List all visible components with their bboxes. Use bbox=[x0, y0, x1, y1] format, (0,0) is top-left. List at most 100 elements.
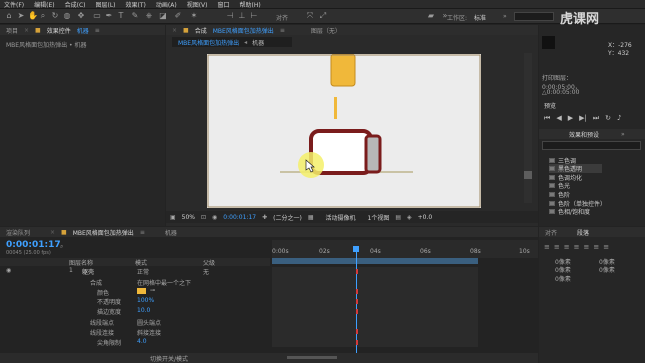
tab-effect-controls[interactable]: 效果控件 bbox=[47, 26, 71, 35]
eyedropper-icon[interactable]: ⊸ bbox=[150, 287, 155, 294]
close-icon[interactable]: × bbox=[172, 27, 177, 34]
layer-parent[interactable]: 无 bbox=[203, 267, 209, 276]
menu-effect[interactable]: 效果(T) bbox=[126, 0, 146, 9]
3d-icon[interactable]: ◈ bbox=[407, 214, 412, 221]
camera-tool-icon[interactable]: ◍ bbox=[63, 12, 71, 20]
layer-row[interactable]: ◉ 1 躯壳 正常 无 bbox=[0, 267, 270, 276]
grid-icon[interactable]: ▦ bbox=[308, 214, 314, 221]
eye-icon[interactable]: ◉ bbox=[6, 267, 11, 274]
menu-help[interactable]: 帮助(H) bbox=[240, 0, 261, 9]
resolution-select[interactable]: (二分之一) bbox=[273, 213, 302, 222]
snap-icon[interactable]: ⤧ bbox=[306, 12, 314, 20]
first-indent-value[interactable]: 0像素 bbox=[555, 274, 571, 283]
keyframe-marker[interactable] bbox=[356, 340, 358, 345]
tab-paragraph[interactable]: 段落 bbox=[577, 228, 589, 237]
clone-tool-icon[interactable]: ⎈ bbox=[145, 12, 153, 20]
menu-edit[interactable]: 编辑(E) bbox=[34, 0, 54, 9]
layer-breadcrumb[interactable]: 机器 bbox=[252, 38, 264, 47]
tab-layer[interactable]: 图层（无） bbox=[311, 26, 341, 35]
selection-tool-icon[interactable]: ➤ bbox=[17, 12, 25, 20]
camera-select[interactable]: 活动摄像机 bbox=[325, 213, 355, 222]
toggle-icon[interactable]: ▰ bbox=[427, 12, 435, 20]
lock-icon[interactable]: ■ bbox=[183, 27, 189, 34]
close-icon[interactable]: × bbox=[50, 229, 55, 236]
view-layout-select[interactable]: 1个视图 bbox=[368, 213, 390, 222]
time-ruler[interactable]: 0:00s 02s 04s 06s 08s 10s bbox=[272, 240, 538, 258]
layout-icon[interactable]: ▤ bbox=[395, 214, 401, 221]
type-tool-icon[interactable]: T bbox=[117, 12, 125, 20]
panel-menu-icon[interactable]: ≡ bbox=[95, 27, 100, 34]
loop-icon[interactable]: ↻ bbox=[605, 114, 611, 123]
tab-comp-label[interactable]: 合成 bbox=[195, 26, 207, 35]
tab-timeline-layer[interactable]: 机器 bbox=[165, 228, 177, 237]
keyframe-marker[interactable] bbox=[356, 289, 358, 294]
exposure-offset[interactable]: +0.0 bbox=[418, 214, 433, 221]
align-left-icon[interactable]: ⊣ bbox=[226, 12, 234, 20]
effect-item[interactable]: 色相/饱和度 bbox=[549, 207, 590, 216]
effect-item-selected[interactable]: 黑色透明 bbox=[549, 164, 603, 173]
eraser-tool-icon[interactable]: ◪ bbox=[159, 12, 167, 20]
tab-render-queue[interactable]: 渲染队列 bbox=[6, 228, 30, 237]
layer-mode[interactable]: 正常 bbox=[137, 267, 149, 276]
work-area-bar[interactable] bbox=[272, 258, 478, 264]
expand-icon[interactable]: ⤢ bbox=[319, 12, 327, 20]
menu-view[interactable]: 视图(V) bbox=[187, 0, 208, 9]
scroll-thumb[interactable] bbox=[524, 171, 532, 179]
snapshot-icon[interactable]: ✚ bbox=[262, 214, 267, 221]
timeline-timecode[interactable]: 0:00:01:17 bbox=[6, 240, 61, 250]
fit-icon[interactable]: ⊡ bbox=[201, 214, 206, 221]
prop-miter-limit-value[interactable]: 4.0 bbox=[137, 338, 147, 345]
tab-align[interactable]: 对齐 bbox=[545, 228, 557, 237]
brush-tool-icon[interactable]: ✎ bbox=[131, 12, 139, 20]
next-frame-icon[interactable]: ▶| bbox=[579, 114, 587, 123]
justify-right-icon[interactable]: ≡ bbox=[593, 243, 599, 251]
canvas-scrollbar[interactable] bbox=[524, 53, 532, 203]
roto-brush-icon[interactable]: ✐ bbox=[174, 12, 182, 20]
rotate-tool-icon[interactable]: ↻ bbox=[51, 12, 59, 20]
help-search-input[interactable] bbox=[514, 12, 554, 21]
layer-name[interactable]: 躯壳 bbox=[82, 267, 94, 276]
rectangle-tool-icon[interactable]: ▭ bbox=[93, 12, 101, 20]
workspace-chevron-icon[interactable]: » bbox=[503, 13, 507, 20]
menu-composition[interactable]: 合成(C) bbox=[65, 0, 86, 9]
menu-file[interactable]: 文件(F) bbox=[4, 0, 24, 9]
tab-effects-presets[interactable]: 效果和预设 bbox=[569, 130, 599, 139]
keyframe-marker[interactable] bbox=[356, 329, 358, 334]
prop-opacity-value[interactable]: 100% bbox=[137, 297, 154, 304]
comp-canvas[interactable] bbox=[207, 53, 481, 208]
panel-menu-icon[interactable]: ≡ bbox=[280, 27, 285, 34]
effects-search-input[interactable] bbox=[542, 141, 641, 150]
effect-item[interactable]: 色阶 bbox=[549, 190, 570, 199]
panel-menu-icon[interactable]: ≡ bbox=[140, 229, 145, 236]
play-icon[interactable]: ▶ bbox=[568, 114, 573, 123]
close-icon[interactable]: × bbox=[24, 27, 29, 34]
playhead-handle[interactable] bbox=[353, 246, 359, 252]
prop-stroke-width-value[interactable]: 10.0 bbox=[137, 307, 150, 314]
prop-composite-value[interactable]: 在网格中最一个之下 bbox=[137, 278, 191, 287]
hand-tool-icon[interactable]: ✋ bbox=[28, 12, 38, 20]
timecode-display[interactable]: 0:00:01:17 bbox=[223, 214, 256, 221]
keyframe-marker[interactable] bbox=[356, 299, 358, 304]
workspace-value[interactable]: 标准 bbox=[474, 13, 486, 22]
keyframe-marker[interactable] bbox=[356, 309, 358, 314]
tab-comp-name[interactable]: MBE风格面包加热弹出 bbox=[213, 26, 274, 35]
align-right-icon[interactable]: ≡ bbox=[564, 243, 570, 251]
comp-breadcrumb[interactable]: MBE风格面包加热弹出 bbox=[178, 38, 239, 47]
align-center-icon[interactable]: ⊥ bbox=[238, 12, 246, 20]
zoom-tool-icon[interactable]: ⌕ bbox=[39, 12, 47, 20]
panel-menu-icon[interactable]: » bbox=[621, 131, 625, 138]
space-before-value[interactable]: 0像素 bbox=[555, 265, 571, 274]
justify-center-icon[interactable]: ≡ bbox=[584, 243, 590, 251]
menu-layer[interactable]: 图层(L) bbox=[96, 0, 116, 9]
justify-all-icon[interactable]: ≡ bbox=[603, 243, 609, 251]
home-icon[interactable]: ⌂ bbox=[5, 12, 13, 20]
prop-line-join-value[interactable]: 斜接连接 bbox=[137, 328, 161, 337]
audio-icon[interactable]: ♪ bbox=[617, 114, 621, 123]
puppet-tool-icon[interactable]: ✶ bbox=[190, 12, 198, 20]
prop-line-cap-value[interactable]: 圆头端点 bbox=[137, 318, 161, 327]
color-swatch[interactable] bbox=[137, 288, 146, 294]
align-center-icon[interactable]: ≡ bbox=[554, 243, 560, 251]
pen-tool-icon[interactable]: ✒ bbox=[105, 12, 113, 20]
lock-icon[interactable]: ■ bbox=[35, 27, 41, 34]
tab-timeline-comp[interactable]: MBE风格面包加热弹出 bbox=[73, 228, 134, 237]
